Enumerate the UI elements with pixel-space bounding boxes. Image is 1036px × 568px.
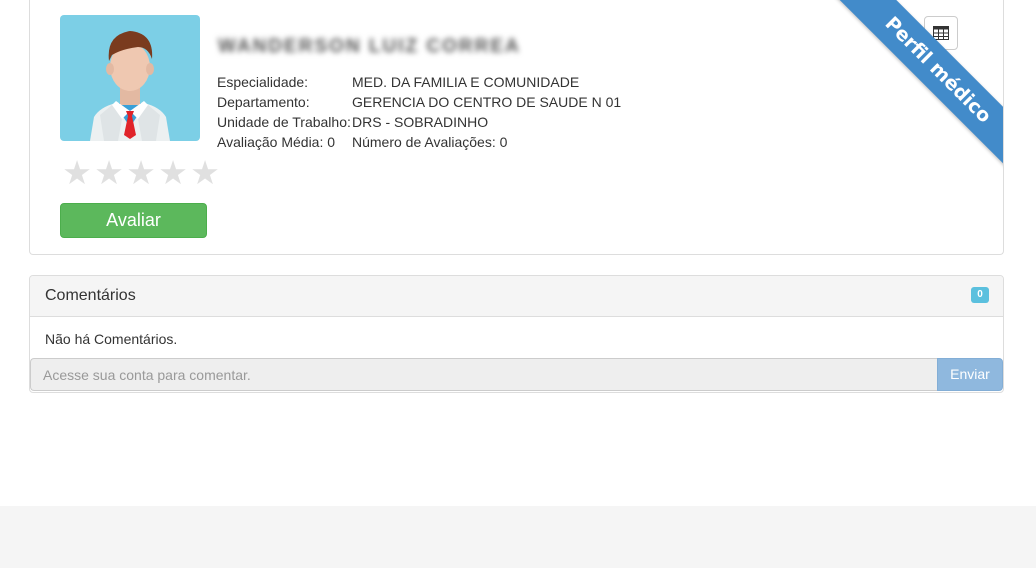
info-value: MED. DA FAMILIA E COMUNIDADE <box>352 74 580 90</box>
comments-count-badge: 0 <box>971 287 989 303</box>
info-value: GERENCIA DO CENTRO DE SAUDE N 01 <box>352 94 622 110</box>
star-icon[interactable]: ★ <box>157 156 189 190</box>
send-button[interactable]: Enviar <box>937 358 1003 391</box>
rate-button[interactable]: Avaliar <box>60 203 207 238</box>
page-footer-band <box>0 506 1036 568</box>
profile-ribbon-wrap: Perfil médico <box>803 0 1003 200</box>
info-label: Unidade de Trabalho: <box>217 114 351 130</box>
info-label: Especialidade: <box>217 74 309 90</box>
comments-panel: Comentários 0 Não há Comentários. Enviar <box>29 275 1004 393</box>
comment-input[interactable] <box>30 358 937 391</box>
star-icon[interactable]: ★ <box>125 156 157 190</box>
rating-count: Número de Avaliações: 0 <box>352 134 508 150</box>
info-row-specialty: Especialidade: MED. DA FAMILIA E COMUNID… <box>217 72 621 92</box>
rating-stars[interactable]: ★ ★ ★ ★ ★ <box>61 156 221 190</box>
star-icon[interactable]: ★ <box>93 156 125 190</box>
comments-title: Comentários <box>45 287 136 304</box>
info-value: DRS - SOBRADINHO <box>352 114 489 130</box>
info-label: Departamento: <box>217 94 310 110</box>
info-row-department: Departamento: GERENCIA DO CENTRO DE SAUD… <box>217 92 621 112</box>
doctor-avatar <box>60 15 200 141</box>
doctor-avatar-icon <box>60 15 200 141</box>
info-row-work-unit: Unidade de Trabalho: DRS - SOBRADINHO <box>217 112 621 132</box>
doctor-info: Especialidade: MED. DA FAMILIA E COMUNID… <box>217 72 621 152</box>
average-rating: Avaliação Média: 0 <box>217 134 336 150</box>
doctor-name: WANDERSON LUIZ CORREA <box>218 36 521 57</box>
star-icon[interactable]: ★ <box>189 156 221 190</box>
comments-header: Comentários 0 <box>30 276 1003 317</box>
doctor-profile-card: ★ ★ ★ ★ ★ Avaliar WANDERSON LUIZ CORREA … <box>29 0 1004 255</box>
info-row-ratings: Avaliação Média: 0 Número de Avaliações:… <box>217 132 621 152</box>
star-icon[interactable]: ★ <box>61 156 93 190</box>
no-comments-text: Não há Comentários. <box>45 331 178 347</box>
profile-ribbon: Perfil médico <box>821 0 1003 187</box>
